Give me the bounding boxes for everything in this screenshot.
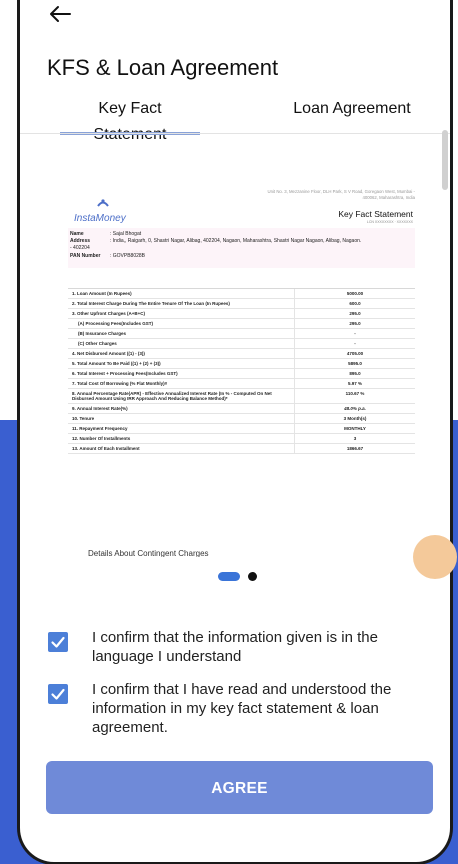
kfs-row: 3. Other Upfront Charges (A+B+C) 295.0	[68, 309, 415, 319]
kfs-row-label: (C) Other Charges	[68, 339, 295, 348]
kfs-row-label: (B) Insurance Charges	[68, 329, 295, 338]
kfs-row-value: 3	[353, 436, 357, 441]
kfs-row-label: (A) Processing Fees(Includes GST)	[68, 319, 295, 328]
kfs-row: 12. Number Of Installments 3	[68, 434, 415, 444]
agree-button[interactable]: AGREE	[46, 761, 433, 814]
kfs-row: 13. Amount Of Each Installment 1866.67	[68, 444, 415, 454]
page-dot[interactable]	[248, 572, 257, 581]
kfs-row-label: 2. Total Interest Charge During The Enti…	[68, 299, 295, 308]
name-label: Name	[70, 231, 84, 237]
kfs-row-label: 1. Loan Amount (In Rupees)	[68, 289, 295, 298]
pan-value: : GOVPB8028B	[110, 253, 146, 259]
customer-address-cont-row: - 402204	[70, 245, 370, 251]
kfs-row-value: -	[354, 331, 356, 336]
logo-text: InstaMoney	[74, 213, 126, 224]
confirm-understood-checkbox[interactable]	[48, 684, 68, 704]
kfs-row: 8. Annual Percentage Rate(APR) - Effecti…	[68, 389, 415, 404]
document-reference: LCN XXXXXXXX · XXXXXXX	[366, 220, 413, 224]
kfs-document-preview[interactable]: Unit No. 3, Mezzanine Floor, DLH Park, S…	[64, 185, 419, 557]
kfs-row-value: 5000.00	[346, 291, 364, 296]
kfs-row: (B) Insurance Charges -	[68, 329, 415, 339]
kfs-row-value: 3 Month(s)	[343, 416, 367, 421]
kfs-row-value: 600.0	[349, 301, 361, 306]
contingent-charges-heading: Details About Contingent Charges	[88, 549, 209, 557]
kfs-row-value: MONTHLY	[344, 426, 366, 431]
address-value: : India,, Raigarh, 0, Shastri Nagar, Ali…	[110, 238, 362, 244]
kfs-row-value: -	[354, 341, 356, 346]
floating-handle[interactable]	[413, 535, 457, 579]
pan-label: PAN Number	[70, 253, 101, 259]
kfs-row-label: 11. Repayment Frequency	[68, 424, 295, 433]
kfs-row-value: 4705.00	[346, 351, 364, 356]
kfs-row-value: 110.67 %	[345, 391, 365, 396]
kfs-row-value: 1866.67	[346, 446, 364, 451]
tab-bar: Key Fact Statement Loan Agreement	[20, 96, 450, 143]
kfs-row: 7. Total Cost Of Borrowing (% Flat Month…	[68, 379, 415, 389]
kfs-table: 1. Loan Amount (In Rupees) 5000.00 2. Tota…	[68, 288, 415, 454]
kfs-row-label: 10. Tenure	[68, 414, 295, 423]
kfs-row-value: 48.0% p.a.	[344, 406, 366, 411]
tab-key-fact-statement[interactable]: Key Fact Statement	[60, 96, 200, 143]
kfs-row-label: 9. Annual Interest Rate(%)	[68, 404, 295, 413]
kfs-row: 1. Loan Amount (In Rupees) 5000.00	[68, 289, 415, 299]
back-arrow-icon[interactable]	[48, 4, 72, 24]
tab-loan-agreement[interactable]: Loan Agreement	[282, 96, 422, 134]
kfs-row: (C) Other Charges -	[68, 339, 415, 349]
document-heading: Key Fact Statement	[338, 209, 413, 219]
confirm-language-checkbox[interactable]	[48, 632, 68, 652]
customer-details: Name : Sajal Bhogat Address : India,, Ra…	[68, 228, 415, 268]
page-title: KFS & Loan Agreement	[47, 55, 279, 80]
page-indicator	[218, 572, 268, 582]
kfs-row: 11. Repayment Frequency MONTHLY	[68, 424, 415, 434]
kfs-row-label: 3. Other Upfront Charges (A+B+C)	[68, 309, 295, 318]
page-dot-active[interactable]	[218, 572, 240, 581]
kfs-row-label: 13. Amount Of Each Installment	[68, 444, 295, 453]
kfs-row: 6. Total Interest + Processing Fees(Incl…	[68, 369, 415, 379]
kfs-row-value: 295.0	[349, 311, 361, 316]
logo-mark-icon	[97, 199, 109, 207]
confirm-understood-text: I confirm that I have read and understoo…	[92, 681, 392, 736]
kfs-row-label: 6. Total Interest + Processing Fees(Incl…	[68, 369, 295, 378]
customer-pan-row: PAN Number : GOVPB8028B	[70, 253, 410, 259]
checkmark-icon	[51, 636, 65, 648]
kfs-row-value: 5895.0	[348, 361, 362, 366]
customer-name-row: Name : Sajal Bhogat	[70, 231, 410, 237]
kfs-row: 9. Annual Interest Rate(%) 48.0% p.a.	[68, 404, 415, 414]
kfs-row-label: 7. Total Cost Of Borrowing (% Flat Month…	[68, 379, 295, 388]
company-address: Unit No. 3, Mezzanine Floor, DLH Park, S…	[267, 189, 415, 200]
name-value: : Sajal Bhogat	[110, 231, 142, 237]
kfs-row: 2. Total Interest Charge During The Enti…	[68, 299, 415, 309]
kfs-row-label: 5. Total Amount To Be Paid ((1) + (2) + …	[68, 359, 295, 368]
tabs-divider	[20, 133, 450, 134]
kfs-row: 10. Tenure 3 Month(s)	[68, 414, 415, 424]
confirm-language-text: I confirm that the information given is …	[92, 629, 378, 665]
kfs-row: 4. Net Disbursed Amount ((1) - (3)) 4705.…	[68, 349, 415, 359]
phone-screen: KFS & Loan Agreement Key Fact Statement …	[20, 0, 450, 862]
kfs-row: 5. Total Amount To Be Paid ((1) + (2) + …	[68, 359, 415, 369]
kfs-row-value: 295.0	[349, 321, 361, 326]
kfs-row: (A) Processing Fees(Includes GST) 295.0	[68, 319, 415, 329]
kfs-row-value: 5.97 %	[347, 381, 362, 386]
kfs-row-label: 4. Net Disbursed Amount ((1) - (3))	[68, 349, 295, 358]
scrollbar[interactable]	[442, 130, 448, 190]
address-continued: - 402204	[70, 245, 90, 251]
kfs-row-label: 12. Number Of Installments	[68, 434, 295, 443]
instamoney-logo: InstaMoney	[74, 195, 134, 224]
address-label: Address	[70, 238, 91, 244]
kfs-row-value: 895.0	[349, 371, 361, 376]
checkmark-icon	[51, 688, 65, 700]
kfs-row-label: 8. Annual Percentage Rate(APR) - Effecti…	[68, 389, 295, 403]
customer-address-row: Address : India,, Raigarh, 0, Shastri Na…	[70, 238, 410, 244]
